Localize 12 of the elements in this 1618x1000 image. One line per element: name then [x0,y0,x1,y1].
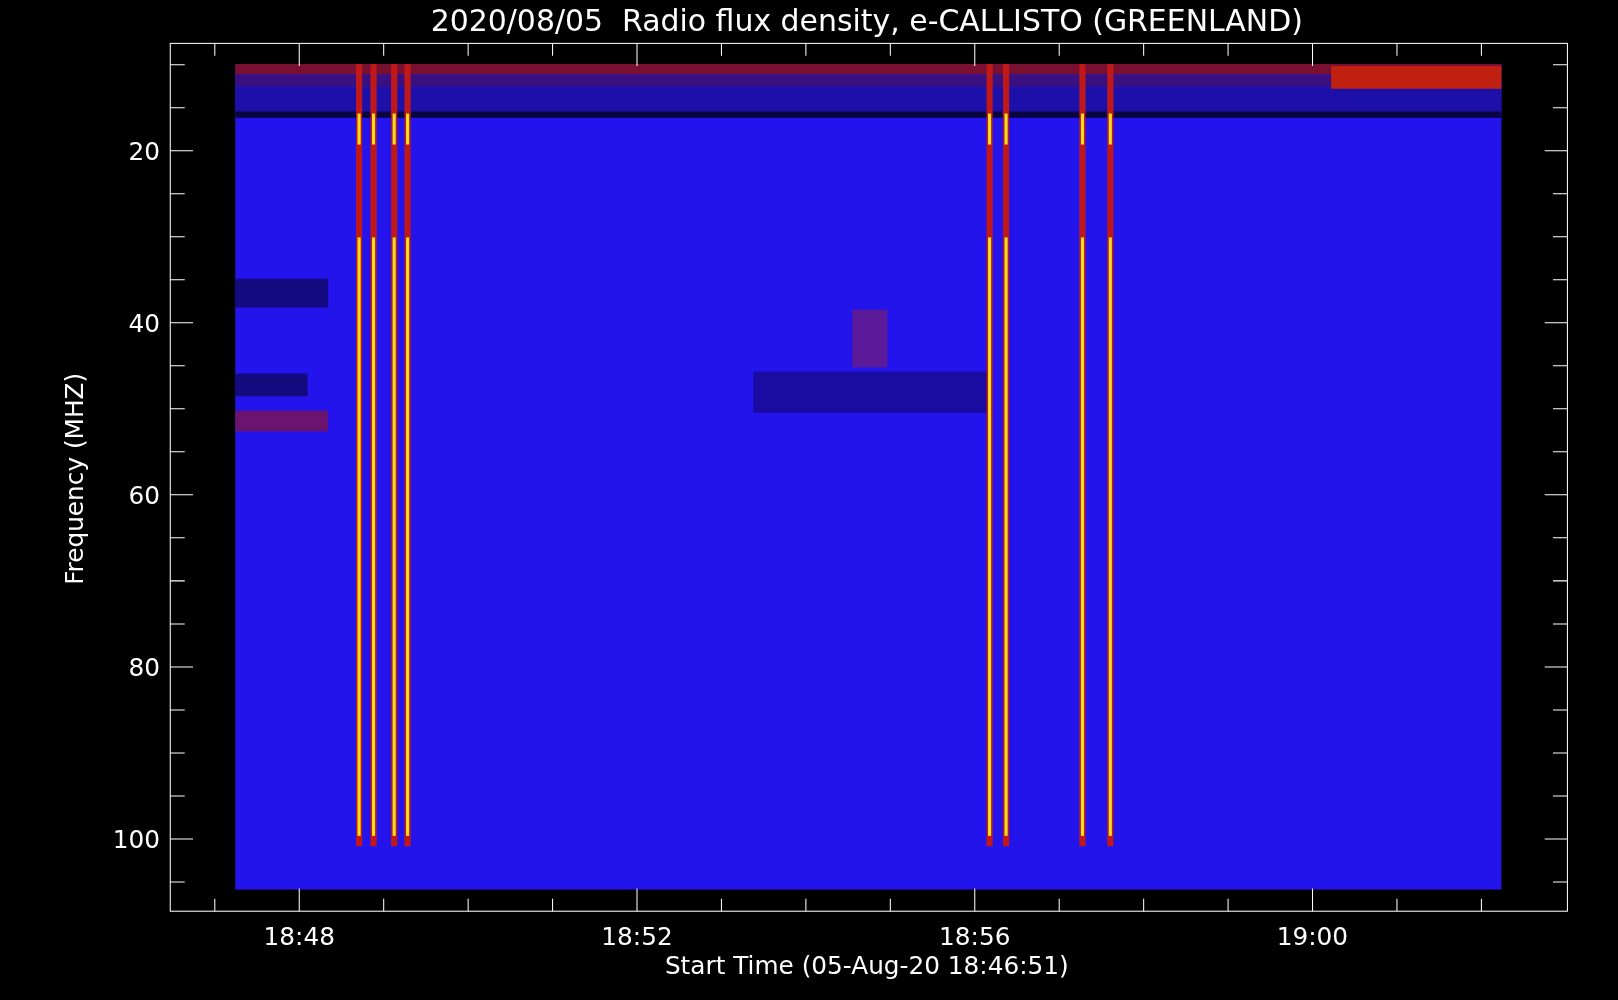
x-tick-label: 19:00 [1276,922,1349,952]
chart-title: 2020/08/05 Radio flux density, e-CALLISTO (GREENLAND) [430,3,1303,38]
y-tick-label: 60 [128,481,160,511]
y-tick-label: 80 [128,653,160,683]
y-tick-label: 100 [112,825,160,855]
y-axis-label: Frequency (MHZ) [59,372,89,585]
x-axis-label: Start Time (05-Aug-20 18:46:51) [664,951,1069,981]
y-tick-label: 40 [128,309,160,339]
y-tick-label: 20 [128,137,160,166]
x-tick-label: 18:56 [939,922,1011,952]
x-tick-label: 18:48 [263,922,335,952]
x-tick-label: 18:52 [601,922,673,952]
